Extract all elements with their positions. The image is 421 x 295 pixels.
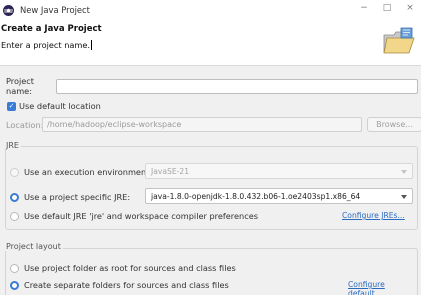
maximize-button[interactable]: □ — [382, 3, 392, 13]
layout-separate-label: Create separate folders for sources and … — [24, 280, 229, 290]
minimize-button[interactable]: − — [359, 3, 369, 13]
default-location-checkbox[interactable]: ✓ — [7, 101, 16, 111]
chevron-down-icon — [401, 195, 407, 199]
browse-button[interactable]: Browse... — [367, 117, 421, 132]
wizard-banner: Create a Java Project Enter a project na… — [0, 20, 421, 66]
project-name-row: Project name: — [6, 76, 418, 96]
jre-project-specific-label: Use a project specific JRE: — [24, 192, 131, 202]
jre-option-project-specific[interactable]: Use a project specific JRE: — [10, 192, 130, 202]
layout-root-label: Use project folder as root for sources a… — [24, 263, 236, 273]
jre-default-label: Use default JRE 'jre' and workspace comp… — [24, 211, 259, 221]
jre-environment-radio[interactable] — [10, 167, 19, 177]
jre-default-radio[interactable] — [10, 211, 19, 221]
location-label: Location: — [6, 119, 44, 130]
layout-option-separate[interactable]: Create separate folders for sources and … — [10, 280, 229, 290]
wizard-message: Enter a project name. — [1, 40, 93, 50]
close-button[interactable]: × — [405, 3, 415, 13]
project-jre-value: java-1.8.0-openjdk-1.8.0.432.b06-1.oe240… — [151, 191, 361, 201]
chevron-down-icon — [401, 170, 407, 174]
execution-environment-value: JavaSE-21 — [151, 166, 190, 176]
jre-group-label: JRE — [4, 141, 21, 150]
execution-environment-select[interactable]: JavaSE-21 — [145, 163, 413, 179]
default-location-label: Use default location — [19, 101, 101, 111]
wizard-title: Create a Java Project — [1, 24, 102, 34]
layout-separate-radio[interactable] — [10, 280, 19, 290]
window-controls: − □ × — [359, 3, 415, 13]
eclipse-icon — [3, 4, 14, 16]
folder-icon — [383, 27, 415, 54]
project-name-label: Project name: — [6, 76, 35, 96]
project-name-input[interactable] — [56, 78, 418, 94]
jre-project-specific-radio[interactable] — [10, 192, 19, 202]
location-input[interactable]: /home/hadoop/eclipse-workspace — [42, 117, 362, 132]
window-titlebar: New Java Project − □ × — [0, 0, 421, 20]
layout-option-root[interactable]: Use project folder as root for sources a… — [10, 263, 236, 273]
window-title: New Java Project — [20, 5, 90, 15]
location-row: Location: /home/hadoop/eclipse-workspace… — [6, 117, 421, 132]
wizard-message-text: Enter a project name. — [1, 40, 91, 50]
project-jre-select[interactable]: java-1.8.0-openjdk-1.8.0.432.b06-1.oe240… — [145, 188, 413, 204]
layout-root-radio[interactable] — [10, 263, 19, 273]
default-location-row[interactable]: ✓ Use default location — [7, 101, 101, 111]
text-caret — [91, 40, 93, 50]
jre-option-default[interactable]: Use default JRE 'jre' and workspace comp… — [10, 211, 258, 221]
project-layout-group-label: Project layout — [4, 242, 63, 251]
configure-jres-link[interactable]: Configure JREs... — [342, 211, 405, 220]
configure-default-link[interactable]: Configure default... — [348, 280, 421, 295]
